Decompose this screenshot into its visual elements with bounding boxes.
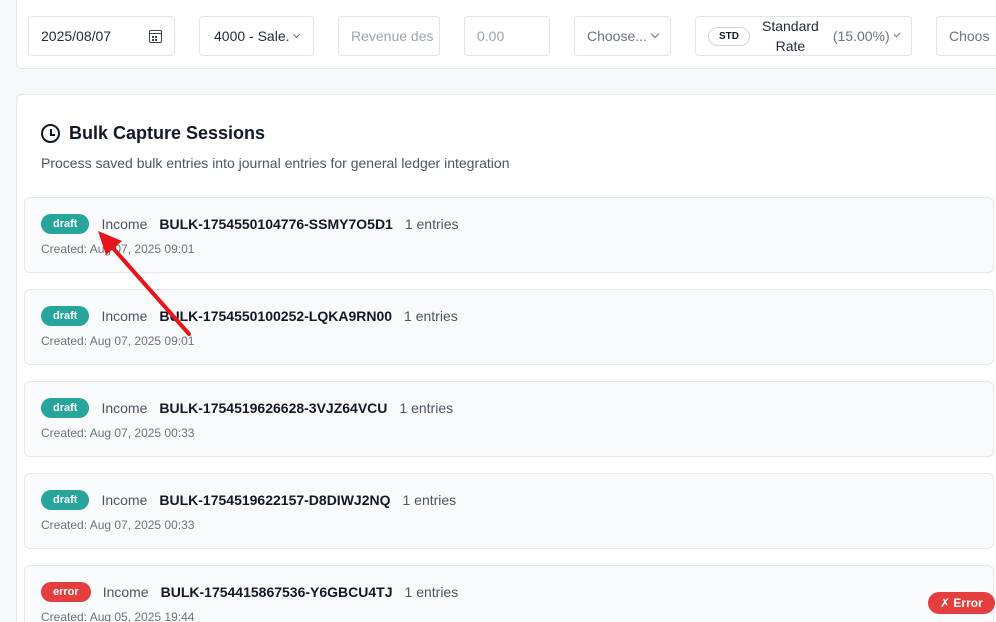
choose-select-2[interactable]: Choos (936, 16, 996, 56)
choose-select-1[interactable]: Choose... (574, 16, 671, 56)
created-date: Created: Aug 07, 2025 00:33 (41, 518, 195, 532)
section-title: Bulk Capture Sessions (41, 123, 265, 144)
created-date: Created: Aug 07, 2025 09:01 (41, 242, 195, 256)
calendar-icon[interactable] (149, 29, 162, 43)
amount-input[interactable]: 0.00 (464, 16, 550, 56)
vat-rate: (15.00%) (832, 28, 890, 44)
status-badge: draft (41, 490, 90, 510)
chevron-down-icon (893, 30, 901, 38)
section-title-text: Bulk Capture Sessions (69, 123, 266, 143)
created-date: Created: Aug 07, 2025 09:01 (41, 334, 195, 348)
description-placeholder: Revenue des (351, 28, 434, 44)
account-value: 4000 - Sale... (214, 28, 290, 44)
session-row[interactable]: draft Income BULK-1754519626628-3VJZ64VC… (24, 381, 994, 457)
session-id: BULK-1754415867536-Y6GBCU4TJ (160, 584, 393, 600)
session-type: Income (101, 308, 148, 324)
vat-name: Standard Rate (762, 18, 819, 54)
session-row[interactable]: error Income BULK-1754415867536-Y6GBCU4T… (24, 565, 994, 622)
vat-rate-select[interactable]: STD Standard Rate (15.00%) (695, 16, 912, 56)
entry-count: 1 entries (404, 584, 459, 600)
session-id: BULK-1754550104776-SSMY7O5D1 (159, 216, 393, 232)
revenue-description-input[interactable]: Revenue des (338, 16, 440, 56)
session-id: BULK-1754519622157-D8DIWJ2NQ (159, 492, 391, 508)
entry-count: 1 entries (402, 492, 457, 508)
status-badge: draft (41, 214, 90, 234)
entry-count: 1 entries (404, 216, 459, 232)
error-status-button[interactable]: ✗ Error (928, 592, 995, 614)
session-type: Income (101, 400, 148, 416)
entry-count: 1 entries (404, 308, 458, 324)
session-type: Income (101, 492, 148, 508)
session-id: BULK-1754550100252-LQKA9RN00 (159, 308, 393, 324)
chevron-down-icon (293, 30, 301, 38)
created-date: Created: Aug 07, 2025 00:33 (41, 426, 195, 440)
session-row[interactable]: draft Income BULK-1754550104776-SSMY7O5D… (24, 197, 994, 273)
choose-select-1-value: Choose... (587, 28, 647, 44)
date-value: 2025/08/07 (41, 28, 112, 44)
session-row[interactable]: draft Income BULK-1754550100252-LQKA9RN0… (24, 289, 994, 365)
created-date: Created: Aug 05, 2025 19:44 (41, 610, 195, 622)
chevron-down-icon (650, 29, 660, 39)
session-id: BULK-1754519626628-3VJZ64VCU (159, 400, 388, 416)
amount-placeholder: 0.00 (477, 28, 505, 44)
status-badge: draft (41, 398, 90, 418)
date-input[interactable]: 2025/08/07 (28, 16, 175, 56)
status-badge: draft (41, 306, 90, 326)
choose-select-2-value: Choos (949, 28, 990, 44)
clock-icon (41, 124, 60, 143)
session-row[interactable]: draft Income BULK-1754519622157-D8DIWJ2N… (24, 473, 994, 549)
vat-code-badge: STD (708, 26, 750, 46)
account-select[interactable]: 4000 - Sale... (199, 16, 314, 56)
session-type: Income (102, 584, 149, 600)
session-type: Income (101, 216, 148, 232)
entry-count: 1 entries (399, 400, 454, 416)
section-description: Process saved bulk entries into journal … (41, 155, 510, 171)
status-badge: error (41, 582, 91, 602)
